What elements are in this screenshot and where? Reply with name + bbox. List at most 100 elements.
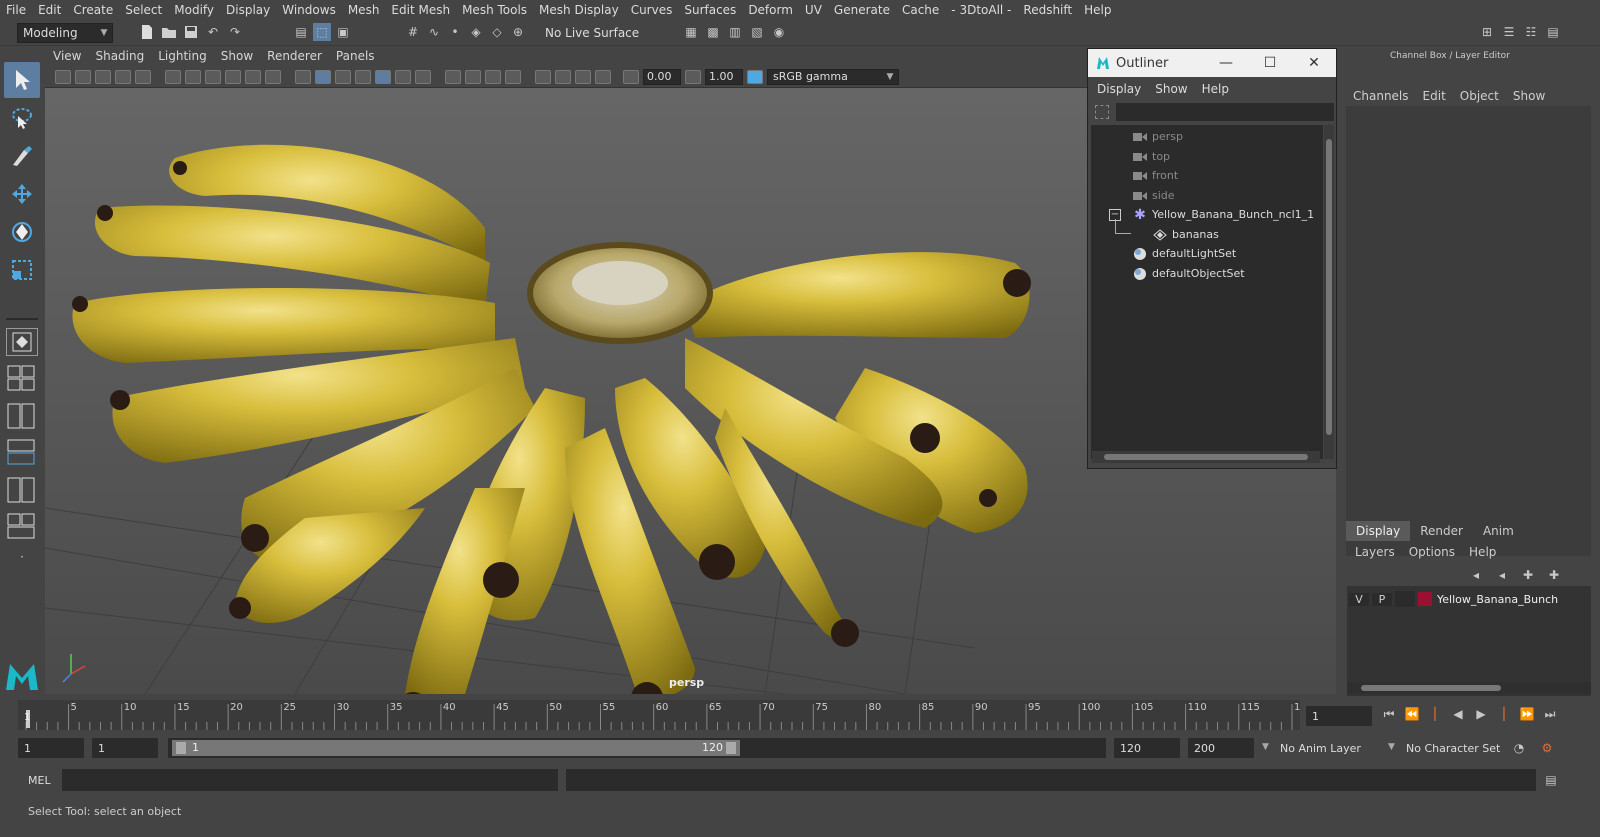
step-forward-key-icon[interactable]: ⏩ [1518,705,1536,723]
range-handle-bar[interactable] [172,740,740,756]
image-plane-icon[interactable] [115,69,131,84]
smooth-shade-icon[interactable] [315,69,331,84]
outliner-item-persp[interactable]: persp [1133,127,1183,146]
menu-redshift[interactable]: Redshift [1023,3,1072,17]
cb-menu-channels[interactable]: Channels [1353,89,1409,103]
menu-file[interactable]: File [6,3,26,17]
color-management-icon[interactable] [747,69,763,84]
snap-live-icon[interactable]: ⊕ [509,23,527,41]
menu-generate[interactable]: Generate [834,3,890,17]
ol-menu-help[interactable]: Help [1202,82,1229,96]
layer-visibility-toggle[interactable]: V [1349,592,1369,606]
play-forwards-icon[interactable]: ▶ [1472,705,1490,723]
layer-row[interactable]: V P Yellow_Banana_Bunch [1349,589,1589,609]
render-view-icon[interactable]: ▩ [704,23,722,41]
persp-graph-layout-icon[interactable] [6,512,38,540]
outliner-item-banana-group[interactable]: − ✱ Yellow_Banana_Bunch_ncl1_1 [1109,205,1314,224]
single-view-layout-icon[interactable] [6,328,38,356]
backface-culling-icon[interactable] [485,69,501,84]
scale-tool-icon[interactable] [4,252,40,288]
range-end-handle[interactable] [726,742,736,754]
chevron-down-icon[interactable]: ▼ [1262,742,1269,752]
safe-action-icon[interactable] [265,69,281,84]
current-frame-field[interactable]: 1 [1306,706,1372,726]
bookmark-icon[interactable] [95,69,111,84]
menu-curves[interactable]: Curves [631,3,673,17]
close-icon[interactable]: ✕ [1304,53,1324,73]
modeling-toolkit-icon[interactable]: ⊞ [1478,23,1496,41]
live-surface-field[interactable]: No Live Surface [540,23,640,43]
move-layer-up-icon[interactable]: ◂ [1467,566,1485,584]
gamma-icon[interactable] [685,69,701,84]
step-forward-frame-icon[interactable]: ⎮ [1495,705,1513,723]
hud-icon[interactable] [595,69,611,84]
field-chart-icon[interactable] [245,69,261,84]
outliner-vscrollbar[interactable] [1324,125,1334,459]
auto-key-icon[interactable]: ◔ [1510,739,1528,757]
resolution-gate-icon[interactable] [205,69,221,84]
gate-mask-icon[interactable] [225,69,241,84]
grease-pencil-icon[interactable] [135,69,151,84]
tab-anim[interactable]: Anim [1473,521,1524,541]
layer-type-toggle[interactable] [1395,591,1415,607]
tab-display[interactable]: Display [1346,521,1411,541]
maximize-icon[interactable]: ☐ [1260,53,1280,73]
vp-menu-shading[interactable]: Shading [95,49,144,63]
ol-menu-display[interactable]: Display [1097,82,1141,96]
mel-input[interactable] [62,769,558,791]
outliner-item-side[interactable]: side [1133,186,1175,205]
snap-point-icon[interactable]: • [446,23,464,41]
range-start-handle[interactable] [176,742,186,754]
menu-help[interactable]: Help [1084,3,1111,17]
chevron-down-icon[interactable]: ▼ [1388,742,1395,752]
graph-layout-icon[interactable] [6,476,38,504]
mode-selector[interactable]: Modeling ▼ [17,23,113,43]
anim-start-field[interactable]: 1 [18,738,84,758]
character-set-select[interactable]: No Character Set [1400,738,1504,758]
open-scene-icon[interactable] [160,23,178,41]
mel-label[interactable]: MEL [28,774,51,787]
outliner-item-bananas[interactable]: bananas [1153,225,1219,244]
isolate-select-icon[interactable] [505,69,521,84]
use-all-lights-icon[interactable] [375,69,391,84]
script-editor-icon[interactable]: ▤ [1542,771,1560,789]
channel-list[interactable] [1346,106,1591,556]
timeline-ruler[interactable]: 5 10 15 20 25 30 35 40 45 50 55 60 65 70 75 80 85 90 95 100… [18,700,1300,730]
ambient-occlusion-icon[interactable] [415,69,431,84]
xray-icon[interactable] [445,69,461,84]
layer-color-swatch[interactable] [1418,592,1432,606]
move-layer-down-icon[interactable]: ◂ [1493,566,1511,584]
grid-icon[interactable] [165,69,181,84]
new-layer-icon[interactable]: ✚ [1519,566,1537,584]
paint-select-tool-icon[interactable] [4,138,40,174]
menu-modify[interactable]: Modify [174,3,214,17]
shadows-icon[interactable] [395,69,411,84]
vp-menu-renderer[interactable]: Renderer [267,49,322,63]
textured-icon[interactable] [355,69,371,84]
scrollbar-thumb[interactable] [1361,685,1501,691]
menu-surfaces[interactable]: Surfaces [684,3,736,17]
ol-menu-show[interactable]: Show [1155,82,1187,96]
hypershade-icon[interactable]: ◉ [770,23,788,41]
animation-preferences-icon[interactable]: ⚙ [1538,739,1556,757]
menu-create[interactable]: Create [73,3,113,17]
scrollbar-thumb[interactable] [1104,454,1308,460]
menu-display[interactable]: Display [226,3,270,17]
filter-icon[interactable] [1095,105,1109,119]
save-scene-icon[interactable] [182,23,200,41]
exposure-field[interactable]: 0.00 [643,68,681,85]
tool-settings-icon[interactable]: ☷ [1522,23,1540,41]
menu-mesh[interactable]: Mesh [348,3,380,17]
film-gate-icon[interactable] [185,69,201,84]
cb-menu-edit[interactable]: Edit [1423,89,1446,103]
wireframe-icon[interactable] [295,69,311,84]
outliner-search-input[interactable] [1116,103,1334,121]
cb-menu-object[interactable]: Object [1460,89,1499,103]
four-view-layout-icon[interactable] [6,364,38,392]
select-object-icon[interactable]: ⬚ [313,23,331,41]
channel-box-icon[interactable]: ▤ [1544,23,1562,41]
playback-end-field[interactable]: 120 [1114,738,1180,758]
scrollbar-thumb[interactable] [1326,139,1332,435]
outliner-item-default-light-set[interactable]: defaultLightSet [1133,244,1236,263]
render-settings-icon[interactable]: ▦ [682,23,700,41]
